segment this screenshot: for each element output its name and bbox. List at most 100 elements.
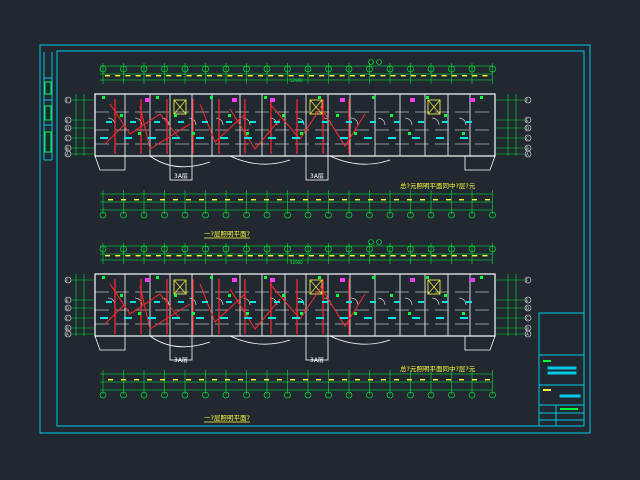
dim-value xyxy=(156,255,161,257)
socket xyxy=(390,294,393,297)
light-fixture xyxy=(196,317,204,319)
dim-value xyxy=(217,75,223,77)
socket xyxy=(372,96,375,99)
dim-value xyxy=(134,199,139,201)
dim-value xyxy=(115,255,121,257)
dim-value xyxy=(472,75,478,77)
light-fixture xyxy=(436,137,444,139)
plan-bottom-title: 一?层照明平面? xyxy=(204,414,250,422)
socket xyxy=(300,132,303,135)
axis-label-left: C xyxy=(66,316,69,321)
floor-plan-top[interactable]: F FE ED DC CB BA A xyxy=(64,59,532,219)
dim-value xyxy=(472,379,477,381)
dim-value xyxy=(411,255,416,257)
light-fixture xyxy=(466,121,472,123)
dim-value xyxy=(316,199,321,201)
light-fixture xyxy=(418,121,424,123)
dim-value xyxy=(368,379,373,381)
dim-value xyxy=(485,199,490,201)
light-fixture xyxy=(460,137,468,139)
bay-window xyxy=(329,155,391,165)
dim-value xyxy=(482,75,488,77)
socket xyxy=(192,312,195,315)
axis-label-right: F xyxy=(526,98,529,103)
dim-value xyxy=(176,255,182,257)
light-fixture xyxy=(244,317,252,319)
dim-value xyxy=(482,255,488,257)
light-fixture xyxy=(202,121,208,123)
socket xyxy=(426,276,429,279)
axis-label-left: F xyxy=(66,278,69,283)
light-fixture xyxy=(460,317,468,319)
dim-value xyxy=(420,199,425,201)
bay-window xyxy=(229,335,291,345)
light-fixture xyxy=(322,301,328,303)
light-fixture xyxy=(370,121,376,123)
stair-label-bottom: 3A层 xyxy=(174,357,188,364)
axis-label-right: E xyxy=(526,298,529,303)
dim-value xyxy=(212,199,217,201)
light-fixture xyxy=(346,301,352,303)
light-fixture xyxy=(178,121,184,123)
dim-value xyxy=(380,255,386,257)
building-outline xyxy=(94,93,496,157)
dim-value xyxy=(298,75,304,77)
lighting-circuit xyxy=(139,285,191,330)
dim-value xyxy=(108,379,113,381)
plan-bottom-note: 总?元照明平面同中?层?元 xyxy=(400,364,476,373)
stair-label-bottom-2: 3A层 xyxy=(310,357,324,364)
dim-value xyxy=(303,199,308,201)
socket xyxy=(174,294,177,297)
light-fixture xyxy=(292,317,300,319)
dim-value xyxy=(394,199,399,201)
door-swing xyxy=(458,117,467,126)
dim-value xyxy=(199,379,204,381)
dim-value xyxy=(176,75,182,77)
dim-value xyxy=(264,379,269,381)
dim-value xyxy=(349,255,355,257)
dim-value xyxy=(342,199,347,201)
dim-value xyxy=(446,199,451,201)
dim-value xyxy=(319,255,325,257)
dim-value xyxy=(237,75,243,77)
dim-value xyxy=(288,255,294,257)
dim-value xyxy=(264,199,269,201)
panel-marker xyxy=(270,278,275,282)
socket xyxy=(426,96,429,99)
dim-value xyxy=(431,255,437,257)
dim-value xyxy=(196,75,202,77)
dim-value xyxy=(115,75,121,77)
axis-bubble-icon xyxy=(368,239,374,245)
dim-value xyxy=(160,199,165,201)
socket xyxy=(156,96,159,99)
dim-value xyxy=(251,199,256,201)
dim-total-bottom: 52900 xyxy=(290,260,303,265)
dim-value xyxy=(355,199,360,201)
dim-value xyxy=(290,379,295,381)
cad-drawing-canvas[interactable]: F FE ED DC CB BA A F FE ED DC CB BA A 一?层照明平面? 总?元照明… xyxy=(0,0,640,480)
balcony xyxy=(94,335,126,351)
light-fixture xyxy=(316,137,324,139)
dim-value xyxy=(251,379,256,381)
balcony xyxy=(464,335,496,351)
dim-value xyxy=(207,75,212,77)
door-swing xyxy=(242,117,251,126)
axis-bubble-icon xyxy=(376,59,382,65)
dim-value xyxy=(278,255,284,257)
socket xyxy=(192,132,195,135)
dim-value xyxy=(173,379,178,381)
socket xyxy=(264,96,267,99)
axis-label-left: F xyxy=(66,98,69,103)
light-fixture xyxy=(346,121,352,123)
plan-top-note: 总?元照明平面同中?层?元 xyxy=(400,181,476,190)
light-fixture xyxy=(172,137,180,139)
dim-value xyxy=(125,255,131,257)
axis-label-left: A xyxy=(66,332,69,337)
light-fixture xyxy=(148,317,156,319)
dim-value xyxy=(421,255,427,257)
light-fixture xyxy=(130,301,136,303)
dim-value xyxy=(433,199,438,201)
dim-value xyxy=(227,255,233,257)
light-fixture xyxy=(106,121,112,123)
socket xyxy=(228,114,231,117)
